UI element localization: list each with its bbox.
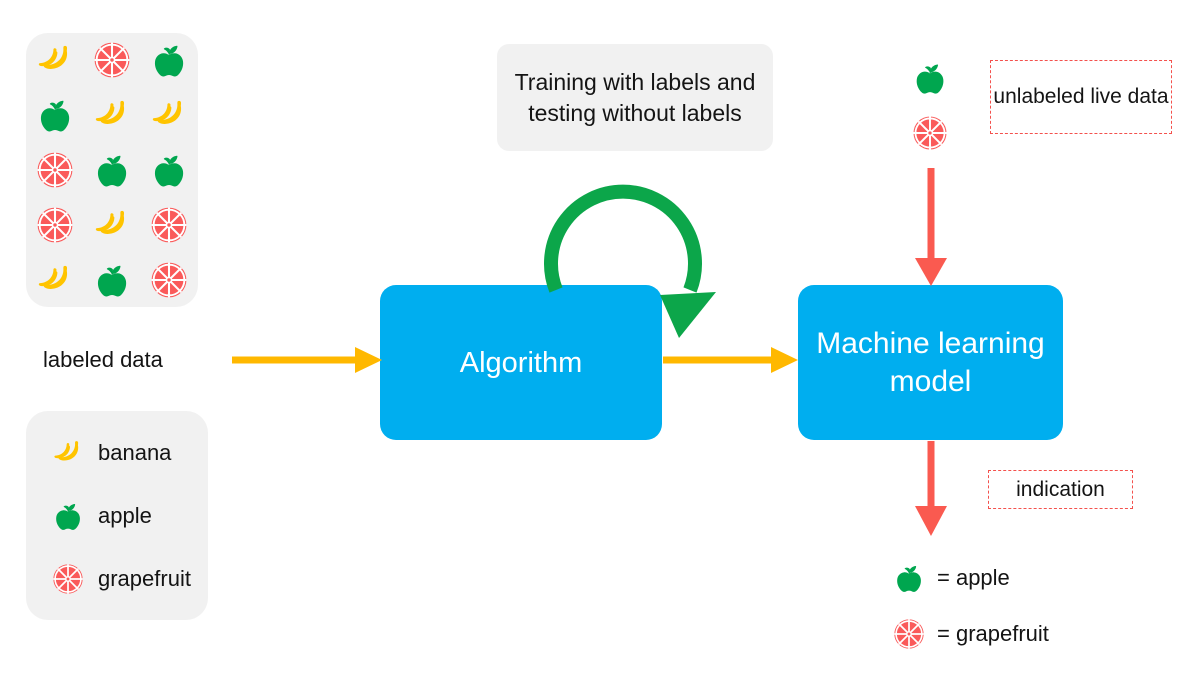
arrow-model-to-output xyxy=(915,441,947,536)
machine-learning-model-box[interactable]: Machine learning model xyxy=(798,285,1063,440)
apple-icon xyxy=(93,261,131,299)
output-legend-item-apple: = apple xyxy=(893,562,1010,594)
legend-item-apple: apple xyxy=(52,500,152,532)
diagram-canvas: labeled data banana apple grapefruit Tra… xyxy=(0,0,1200,692)
arrow-live-data-to-model xyxy=(915,168,947,286)
labeled-data-label: labeled data xyxy=(43,347,163,372)
banana-icon xyxy=(93,206,131,244)
grapefruit-icon xyxy=(150,261,188,299)
arrow-labeled-data-to-algorithm xyxy=(232,347,382,373)
banana-icon xyxy=(93,96,131,134)
apple-icon xyxy=(93,151,131,189)
legend-item-grapefruit: grapefruit xyxy=(52,563,191,595)
arrow-algorithm-to-model xyxy=(663,347,798,373)
grapefruit-icon xyxy=(36,206,74,244)
output-legend-item-grapefruit: = grapefruit xyxy=(893,618,1049,650)
apple-icon xyxy=(36,96,74,134)
legend-item-banana: banana xyxy=(52,437,171,469)
labeled-data-panel xyxy=(26,33,198,307)
legend-item-label: banana xyxy=(98,440,172,465)
grapefruit-icon xyxy=(93,41,131,79)
apple-icon xyxy=(912,60,948,96)
training-note-box: Training with labels and testing without… xyxy=(497,44,773,151)
algorithm-box[interactable]: Algorithm xyxy=(380,285,662,440)
output-legend-label: = grapefruit xyxy=(937,621,1049,646)
legend-item-label: apple xyxy=(98,503,152,528)
output-legend-label: = apple xyxy=(937,565,1010,590)
grapefruit-icon xyxy=(893,618,925,650)
grapefruit-icon xyxy=(36,151,74,189)
banana-icon xyxy=(36,261,74,299)
labeled-data-fruit-grid xyxy=(26,33,198,307)
banana-icon xyxy=(150,96,188,134)
apple-icon xyxy=(893,562,925,594)
apple-icon xyxy=(150,151,188,189)
banana-icon xyxy=(52,437,84,469)
unlabeled-live-data-note: unlabeled live data xyxy=(990,60,1172,134)
grapefruit-icon xyxy=(150,206,188,244)
apple-icon xyxy=(52,500,84,532)
grapefruit-icon xyxy=(52,563,84,595)
indication-note: indication xyxy=(988,470,1133,509)
grapefruit-icon xyxy=(912,115,948,151)
banana-icon xyxy=(36,41,74,79)
legend-item-label: grapefruit xyxy=(98,566,191,591)
apple-icon xyxy=(150,41,188,79)
